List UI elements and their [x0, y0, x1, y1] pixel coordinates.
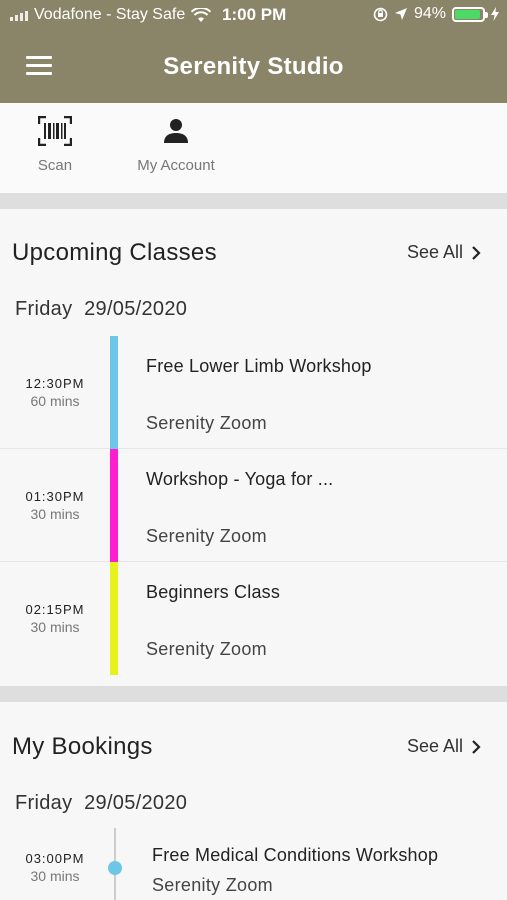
battery-icon	[452, 6, 488, 22]
carrier-name: Vodafone - Stay Safe	[34, 6, 186, 23]
my-account-label: My Account	[137, 157, 215, 174]
wifi-icon	[191, 7, 212, 22]
upcoming-date: Friday 29/05/2020	[15, 298, 187, 321]
bookings-see-all-button[interactable]: See All	[407, 736, 481, 757]
class-start-time: 01:30PM	[25, 489, 85, 504]
see-all-label: See All	[406, 242, 463, 262]
scan-label: Scan	[37, 157, 73, 174]
status-right: 94%	[373, 5, 499, 23]
signal-strength-icon	[10, 9, 28, 21]
date-value: 29/05/2020	[84, 298, 188, 320]
chevron-right-icon	[472, 739, 481, 754]
class-row[interactable]: 12:30PM 60 mins Free Lower Limb Workshop…	[0, 336, 507, 449]
orientation-lock-icon	[373, 7, 388, 21]
charging-bolt-icon	[491, 7, 499, 21]
status-left: Vodafone - Stay Safe	[10, 6, 212, 24]
status-bar: Vodafone - Stay Safe 1:00 PM 94%	[0, 0, 507, 30]
class-duration: 30 mins	[30, 619, 80, 635]
date-day: Friday	[15, 298, 73, 320]
class-row[interactable]: 02:15PM 30 mins Beginners Class Serenity…	[0, 562, 507, 675]
class-location: Serenity Zoom	[146, 639, 267, 659]
my-account-button[interactable]: My Account	[126, 111, 226, 174]
class-color-bar	[110, 449, 118, 562]
booking-row[interactable]: 03:00PM 30 mins Free Medical Conditions …	[0, 828, 507, 900]
booking-name: Free Medical Conditions Workshop	[152, 845, 439, 865]
person-icon	[126, 111, 226, 151]
class-start-time: 12:30PM	[25, 376, 85, 391]
status-time: 1:00 PM	[222, 5, 287, 24]
date-value: 29/05/2020	[84, 792, 188, 814]
class-name: Free Lower Limb Workshop	[146, 356, 372, 376]
class-color-bar	[110, 562, 118, 675]
class-time: 02:15PM 30 mins	[0, 602, 110, 635]
class-location: Serenity Zoom	[146, 413, 267, 433]
class-location: Serenity Zoom	[146, 526, 267, 546]
date-day: Friday	[15, 792, 73, 814]
booking-start-time: 03:00PM	[25, 851, 85, 866]
class-start-time: 02:15PM	[25, 602, 85, 617]
section-divider	[0, 193, 507, 209]
app-header: Vodafone - Stay Safe 1:00 PM 94% Serenit…	[0, 0, 507, 103]
see-all-label: See All	[406, 736, 463, 756]
upcoming-see-all-button[interactable]: See All	[407, 242, 481, 263]
timeline-dot	[108, 861, 122, 875]
quick-actions: Scan My Account	[0, 103, 507, 193]
class-row[interactable]: 01:30PM 30 mins Workshop - Yoga for ... …	[0, 449, 507, 562]
barcode-scan-icon	[28, 111, 82, 151]
class-duration: 60 mins	[30, 393, 80, 409]
section-divider	[0, 686, 507, 702]
chevron-right-icon	[472, 245, 481, 260]
upcoming-classes-title: Upcoming Classes	[12, 239, 217, 266]
class-time: 12:30PM 60 mins	[0, 376, 110, 409]
my-bookings-title: My Bookings	[12, 733, 153, 760]
class-name: Beginners Class	[146, 582, 281, 602]
page-title: Serenity Studio	[163, 53, 344, 80]
battery-percent: 94%	[413, 5, 446, 22]
class-name: Workshop - Yoga for ...	[146, 469, 334, 489]
booking-location: Serenity Zoom	[152, 875, 273, 895]
class-color-bar	[110, 336, 118, 449]
booking-time: 03:00PM 30 mins	[0, 851, 110, 884]
booking-duration: 30 mins	[30, 868, 80, 884]
class-time: 01:30PM 30 mins	[0, 489, 110, 522]
location-arrow-icon	[394, 8, 407, 20]
class-duration: 30 mins	[30, 506, 80, 522]
bookings-date: Friday 29/05/2020	[15, 792, 187, 815]
scan-button[interactable]: Scan	[28, 111, 82, 174]
